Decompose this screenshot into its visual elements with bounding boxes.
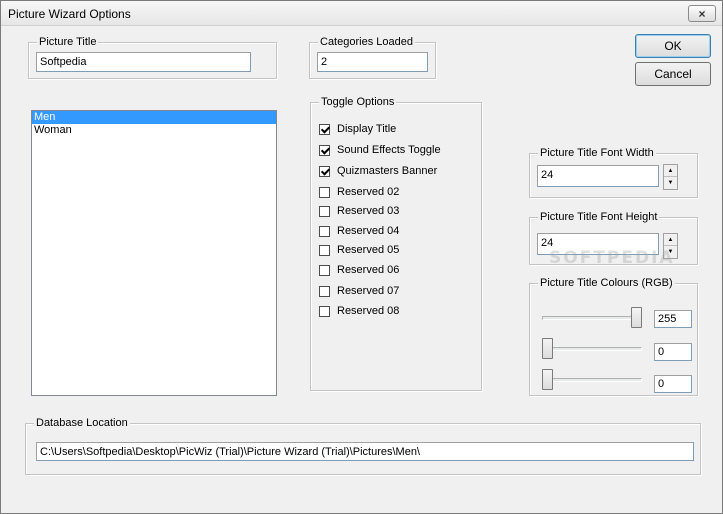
cancel-button[interactable]: Cancel bbox=[635, 62, 711, 86]
blue-value-field[interactable]: 0 bbox=[654, 375, 692, 393]
picture-title-input[interactable]: Softpedia bbox=[36, 52, 251, 72]
checkbox-quizmasters-banner[interactable]: Quizmasters Banner bbox=[319, 163, 437, 179]
red-slider-thumb[interactable] bbox=[631, 307, 642, 328]
checkbox-unchecked-icon[interactable] bbox=[319, 285, 330, 297]
checkbox-unchecked-icon[interactable] bbox=[319, 244, 330, 256]
checkbox-checked-icon[interactable] bbox=[319, 144, 330, 156]
checkbox-sound-effects[interactable]: Sound Effects Toggle bbox=[319, 142, 441, 158]
picture-title-label: Picture Title bbox=[37, 35, 99, 49]
checkbox-label: Display Title bbox=[337, 123, 397, 135]
colours-label: Picture Title Colours (RGB) bbox=[538, 276, 675, 290]
checkbox-label: Reserved 02 bbox=[337, 186, 400, 198]
checkbox-reserved-07[interactable]: Reserved 07 bbox=[319, 283, 399, 299]
categories-loaded-field[interactable]: 2 bbox=[317, 52, 428, 72]
close-button[interactable]: × bbox=[688, 5, 716, 22]
ok-button[interactable]: OK bbox=[635, 34, 711, 58]
checkbox-unchecked-icon[interactable] bbox=[319, 305, 330, 317]
checkbox-label: Reserved 04 bbox=[337, 225, 400, 237]
checkbox-label: Reserved 07 bbox=[337, 285, 400, 297]
close-icon: × bbox=[698, 6, 706, 21]
checkbox-reserved-05[interactable]: Reserved 05 bbox=[319, 242, 399, 258]
spin-up-arrow-icon[interactable]: ▲ bbox=[664, 234, 677, 246]
list-item[interactable]: Men bbox=[32, 111, 276, 124]
checkbox-reserved-06[interactable]: Reserved 06 bbox=[319, 262, 399, 278]
font-width-spinner[interactable]: ▲ ▼ bbox=[663, 164, 678, 190]
categories-loaded-label: Categories Loaded bbox=[318, 35, 415, 49]
checkbox-reserved-02[interactable]: Reserved 02 bbox=[319, 184, 399, 200]
checkbox-reserved-04[interactable]: Reserved 04 bbox=[319, 223, 399, 239]
checkbox-label: Reserved 06 bbox=[337, 264, 400, 276]
checkbox-checked-icon[interactable] bbox=[319, 165, 330, 177]
title-bar: Picture Wizard Options × bbox=[1, 1, 722, 26]
green-slider-thumb[interactable] bbox=[542, 338, 553, 359]
blue-slider-track[interactable] bbox=[542, 378, 642, 382]
checkbox-label: Reserved 03 bbox=[337, 205, 400, 217]
checkbox-label: Reserved 05 bbox=[337, 244, 400, 256]
checkbox-label: Quizmasters Banner bbox=[337, 165, 438, 177]
database-path-input[interactable]: C:\Users\Softpedia\Desktop\PicWiz (Trial… bbox=[36, 442, 694, 461]
checkbox-display-title[interactable]: Display Title bbox=[319, 121, 396, 137]
toggle-options-label: Toggle Options bbox=[319, 95, 397, 109]
checkbox-unchecked-icon[interactable] bbox=[319, 205, 330, 217]
checkbox-reserved-03[interactable]: Reserved 03 bbox=[319, 203, 399, 219]
spin-down-arrow-icon[interactable]: ▼ bbox=[664, 177, 677, 189]
font-height-label: Picture Title Font Height bbox=[538, 210, 660, 224]
green-value-field[interactable]: 0 bbox=[654, 343, 692, 361]
font-width-input[interactable]: 24 bbox=[537, 165, 659, 187]
red-value-field[interactable]: 255 bbox=[654, 310, 692, 328]
checkbox-label: Reserved 08 bbox=[337, 305, 400, 317]
checkbox-checked-icon[interactable] bbox=[319, 123, 330, 135]
checkbox-unchecked-icon[interactable] bbox=[319, 186, 330, 198]
green-slider-track[interactable] bbox=[542, 347, 642, 351]
checkbox-unchecked-icon[interactable] bbox=[319, 225, 330, 237]
checkbox-label: Sound Effects Toggle bbox=[337, 144, 441, 156]
checkbox-reserved-08[interactable]: Reserved 08 bbox=[319, 303, 399, 319]
list-item[interactable]: Woman bbox=[32, 124, 276, 137]
window-title: Picture Wizard Options bbox=[8, 7, 131, 21]
spin-up-arrow-icon[interactable]: ▲ bbox=[664, 165, 677, 177]
red-slider-track[interactable] bbox=[542, 316, 642, 320]
category-listbox[interactable]: Men Woman bbox=[31, 110, 277, 396]
softpedia-watermark: SOFTPEDIA bbox=[549, 248, 675, 268]
blue-slider-thumb[interactable] bbox=[542, 369, 553, 390]
font-width-label: Picture Title Font Width bbox=[538, 146, 656, 160]
database-location-label: Database Location bbox=[34, 416, 130, 430]
dialog-window: Picture Wizard Options × Picture Title S… bbox=[0, 0, 723, 514]
checkbox-unchecked-icon[interactable] bbox=[319, 264, 330, 276]
